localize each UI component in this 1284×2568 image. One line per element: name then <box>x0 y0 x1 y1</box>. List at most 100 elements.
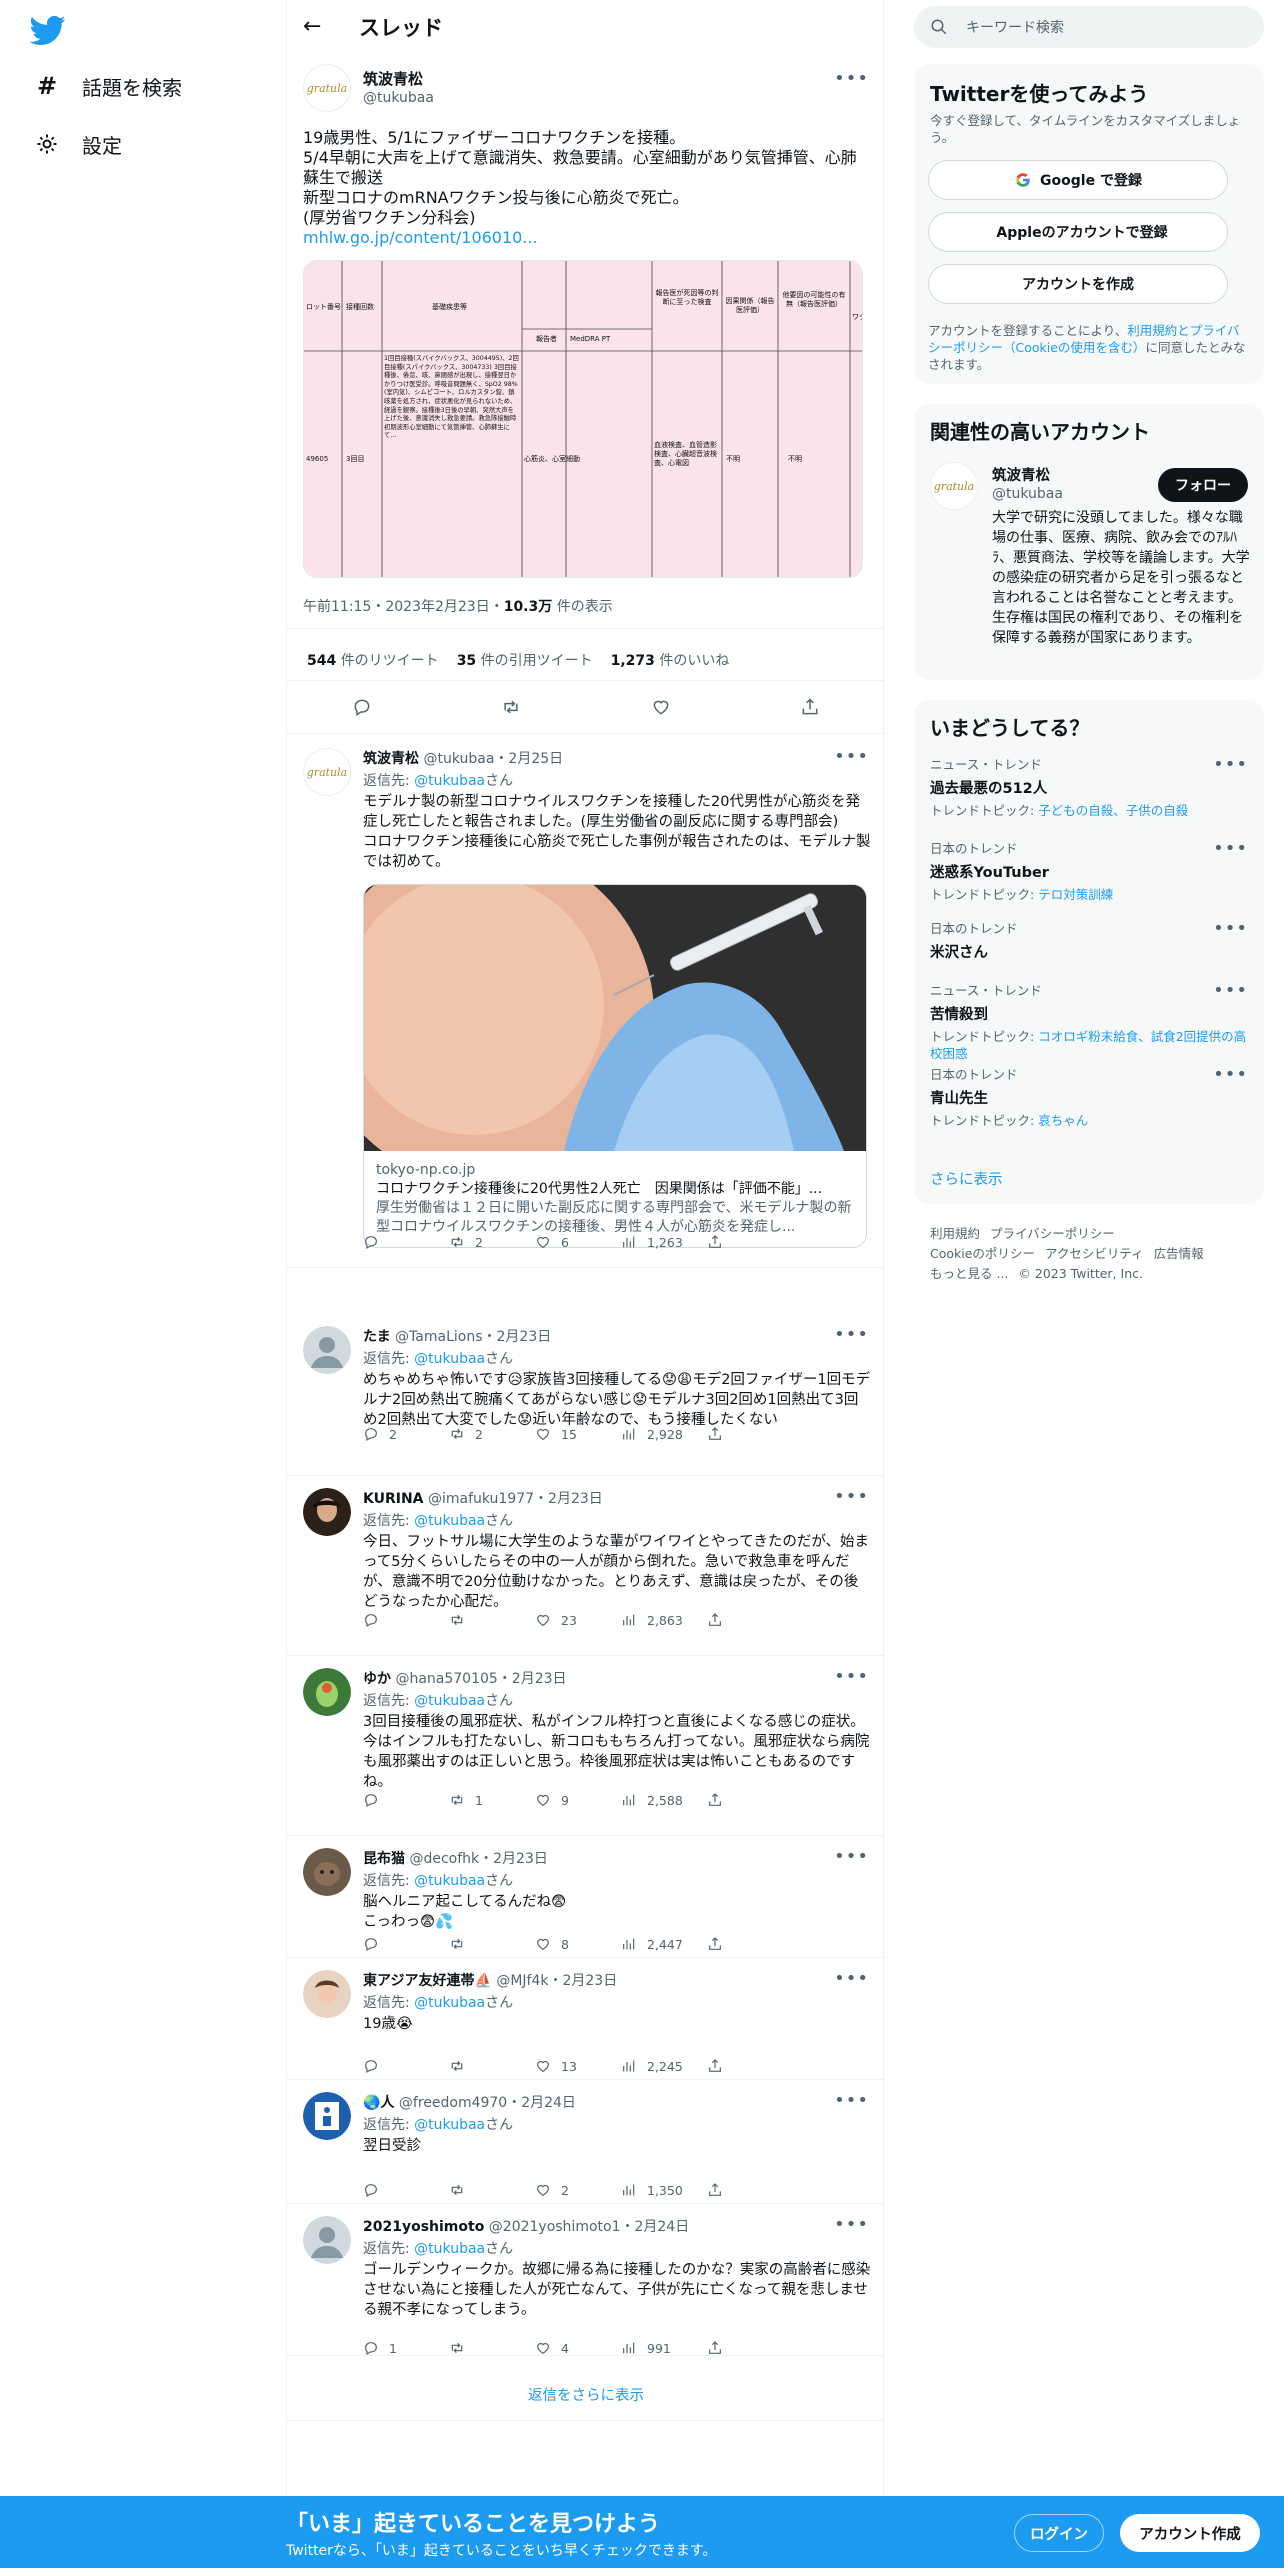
more-icon[interactable]: ••• <box>834 68 869 89</box>
retweet-action[interactable]: 1 <box>449 1792 535 1808</box>
related-name[interactable]: 筑波青松 <box>992 464 1050 485</box>
like-action[interactable]: 9 <box>535 1792 621 1808</box>
reply-author-name[interactable]: ゆか <box>363 1671 391 1687</box>
reply-icon[interactable] <box>363 1234 379 1250</box>
more-icon[interactable]: ••• <box>1213 980 1248 1001</box>
show-more-replies-link[interactable]: 返信をさらに表示 <box>287 2384 885 2405</box>
views-action[interactable]: 2,928 <box>621 1426 707 1442</box>
footer-link[interactable]: 利用規約 <box>930 1226 980 1241</box>
more-icon[interactable]: ••• <box>1213 754 1248 775</box>
views-icon[interactable] <box>621 2340 637 2356</box>
footer-link[interactable]: アクセシビリティ <box>1045 1246 1144 1261</box>
reply-author-name[interactable]: 🌏人 <box>363 2095 394 2111</box>
retweet-icon[interactable] <box>449 1936 465 1952</box>
retweet-icon[interactable] <box>449 1426 465 1442</box>
reply-tweet[interactable]: 2021yoshimoto @2021yoshimoto1・2月24日 ••• 返信… <box>287 2204 885 2356</box>
reply-icon[interactable] <box>363 2058 379 2074</box>
reply-icon[interactable] <box>363 2340 379 2356</box>
like-icon[interactable] <box>651 697 671 717</box>
avatar[interactable] <box>303 2092 351 2140</box>
reply-action[interactable] <box>363 1936 449 1952</box>
avatar[interactable] <box>303 1970 351 2018</box>
footer-link[interactable]: Cookieのポリシー <box>930 1246 1035 1261</box>
like-icon[interactable] <box>535 1234 551 1250</box>
views-action[interactable]: 1,263 <box>621 1234 707 1250</box>
views-action[interactable]: 2,588 <box>621 1792 707 1808</box>
reply-author-name[interactable]: 東アジア友好連帯⛵ <box>363 1973 492 1989</box>
reply-tweet[interactable]: たま @TamaLions・2月23日 ••• 返信先: @tukubaaさん めちゃ… <box>287 1314 885 1476</box>
views-action[interactable]: 1,350 <box>621 2182 707 2198</box>
follow-button[interactable]: フォロー <box>1158 468 1248 502</box>
share-icon[interactable] <box>800 697 820 717</box>
reply-author-name[interactable]: KURINA <box>363 1491 424 1507</box>
avatar[interactable] <box>303 2216 351 2264</box>
share-action[interactable] <box>707 2340 793 2356</box>
reply-to-link[interactable]: @tukubaa <box>414 2241 485 2257</box>
trend-item[interactable]: 日本のトレンド 米沢さん ••• <box>930 918 1248 962</box>
show-more-trends-link[interactable]: さらに表示 <box>930 1168 1003 1189</box>
avatar[interactable]: gratula <box>303 64 351 112</box>
share-icon[interactable] <box>707 1936 723 1952</box>
attached-document-image[interactable]: ロット番号 接種回数 基礎疾患等 報告者 MedDRA PT 報告医が死因等の判… <box>303 260 863 578</box>
signup-button[interactable]: アカウント作成 <box>1120 2514 1260 2552</box>
retweet-icon[interactable] <box>501 697 521 717</box>
views-icon[interactable] <box>621 2182 637 2198</box>
reply-action[interactable] <box>363 1612 449 1628</box>
trend-item[interactable]: 日本のトレンド 青山先生 ••• トレンドトピック: 哀ちゃん <box>930 1064 1248 1129</box>
share-icon[interactable] <box>707 2182 723 2198</box>
reply-tweet[interactable]: 🌏人 @freedom4970・2月24日 ••• 返信先: @tukubaaさん翌… <box>287 2080 885 2204</box>
link-card[interactable]: tokyo-np.co.jp コロナワクチン接種後に20代男性2人死亡 因果関係… <box>363 884 867 1248</box>
reply-tweet[interactable]: KURINA @imafuku1977・2月23日 ••• 返信先: @tukuba… <box>287 1476 885 1656</box>
more-icon[interactable]: ••• <box>834 746 869 767</box>
retweet-action[interactable] <box>449 2058 535 2074</box>
share-icon[interactable] <box>707 1426 723 1442</box>
reply-icon[interactable] <box>352 697 372 717</box>
retweet-icon[interactable] <box>449 1792 465 1808</box>
author-handle[interactable]: @tukubaa <box>363 90 434 106</box>
quote-stat[interactable]: 35 件の引用ツイート <box>457 650 593 670</box>
retweet-stat[interactable]: 544 件のリツイート <box>307 650 439 670</box>
reply-to-link[interactable]: @tukubaa <box>414 1995 485 2011</box>
reply-icon[interactable] <box>363 1426 379 1442</box>
views-icon[interactable] <box>621 1426 637 1442</box>
reply-to-link[interactable]: @tukubaa <box>414 1873 485 1889</box>
reply-icon[interactable] <box>363 1936 379 1952</box>
more-icon[interactable]: ••• <box>834 1486 869 1507</box>
reply-tweet[interactable]: ゆか @hana570105・2月23日 ••• 返信先: @tukubaaさん 3回… <box>287 1656 885 1836</box>
like-action[interactable]: 6 <box>535 1234 621 1250</box>
avatar[interactable]: gratula <box>930 462 978 510</box>
retweet-action[interactable]: 2 <box>449 1234 535 1250</box>
reply-tweet[interactable]: gratula 筑波青松 @tukubaa・2月25日 ••• 返信先: @tu… <box>287 736 885 1268</box>
like-action[interactable]: 2 <box>535 2182 621 2198</box>
avatar[interactable]: gratula <box>303 748 351 796</box>
reply-action[interactable] <box>363 2058 449 2074</box>
reply-to-link[interactable]: @tukubaa <box>414 773 485 789</box>
reply-action[interactable]: 2 <box>363 1426 449 1442</box>
trend-topic-link[interactable]: テロ対策訓練 <box>1038 887 1113 902</box>
like-icon[interactable] <box>535 2182 551 2198</box>
login-button[interactable]: ログイン <box>1014 2514 1104 2552</box>
footer-link[interactable]: もっと見る ... <box>930 1266 1008 1281</box>
create-account-button[interactable]: アカウントを作成 <box>928 264 1228 304</box>
trend-item[interactable]: 日本のトレンド 迷惑系YouTuber ••• トレンドトピック: テロ対策訓練 <box>930 838 1248 903</box>
retweet-icon[interactable] <box>449 2340 465 2356</box>
views-icon[interactable] <box>621 1612 637 1628</box>
reply-icon[interactable] <box>363 2182 379 2198</box>
share-action[interactable] <box>707 2058 793 2074</box>
show-more-text[interactable]: 返信をさらに表示 <box>528 2388 644 2404</box>
retweet-icon[interactable] <box>449 1612 465 1628</box>
more-icon[interactable]: ••• <box>834 1324 869 1345</box>
share-icon[interactable] <box>707 1792 723 1808</box>
more-icon[interactable]: ••• <box>1213 1064 1248 1085</box>
retweet-action[interactable] <box>449 2340 535 2356</box>
footer-link[interactable]: プライバシーポリシー <box>990 1226 1115 1241</box>
apple-signup-button[interactable]: Appleのアカウントで登録 <box>928 212 1228 252</box>
reply-author-name[interactable]: 筑波青松 <box>363 751 419 767</box>
tweet-link[interactable]: mhlw.go.jp/content/106010... <box>303 228 538 247</box>
avatar[interactable] <box>303 1488 351 1536</box>
more-icon[interactable]: ••• <box>834 1968 869 1989</box>
like-action[interactable]: 23 <box>535 1612 621 1628</box>
share-icon[interactable] <box>707 1612 723 1628</box>
retweet-action[interactable]: 2 <box>449 1426 535 1442</box>
search-input[interactable]: キーワード検索 <box>966 17 1064 37</box>
